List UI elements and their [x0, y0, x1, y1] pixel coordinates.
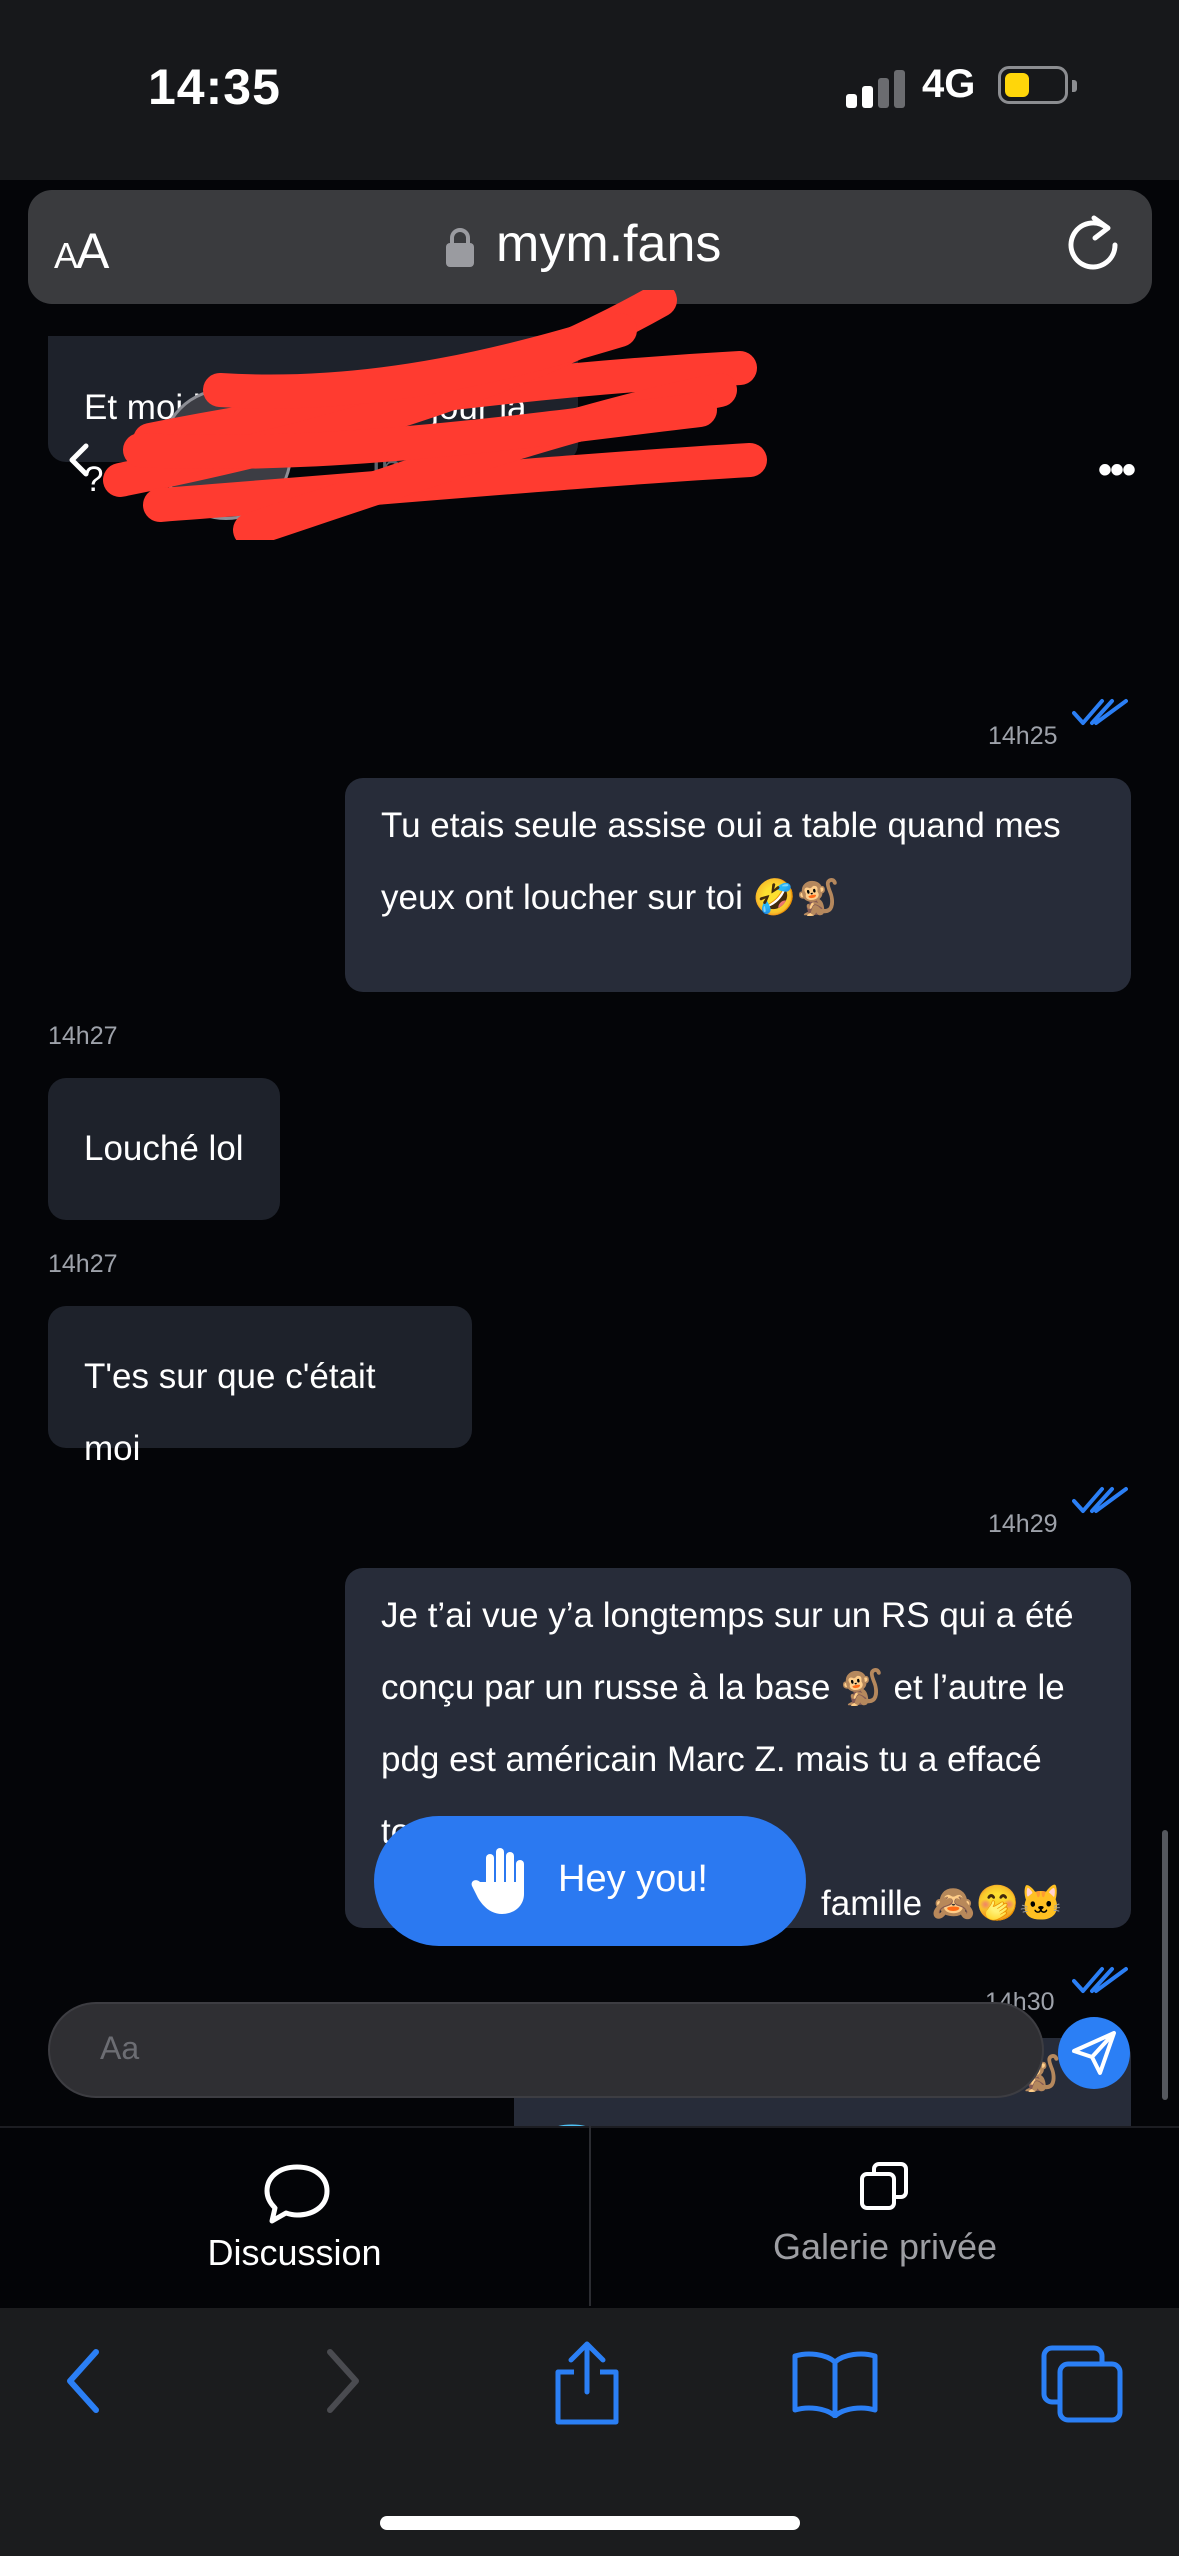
message-time: 14h29 [988, 1510, 1058, 1538]
status-time: 14:35 [148, 59, 281, 115]
message-line: conçu par un russe à la base 🐒 et l’autr… [381, 1668, 1065, 1707]
message-incoming: T'es sur que c'était moi [48, 1306, 472, 1468]
redaction-scribble [103, 290, 767, 540]
read-receipt-icon [1072, 1967, 1128, 1993]
hey-you-label: Hey you! [558, 1858, 708, 1900]
message-line: yeux ont loucher sur toi 🤣🐒 [381, 878, 840, 917]
message-outgoing: Tu etais seule assise oui a table quand … [345, 778, 1131, 992]
tab-private-gallery[interactable]: Galerie privée [591, 2226, 1179, 2268]
cellular-signal-icon [846, 68, 906, 108]
message-input-placeholder: Aa [100, 2030, 140, 2066]
waving-hand-icon [471, 1848, 524, 1914]
battery-tip [1072, 80, 1077, 92]
message-time: 14h27 [48, 1250, 118, 1278]
more-options-icon[interactable]: ••• [1098, 448, 1136, 493]
share-icon[interactable] [550, 2338, 624, 2428]
battery-icon [998, 66, 1068, 104]
read-receipt-icon [1072, 1487, 1128, 1513]
read-receipt-icon [1072, 699, 1128, 725]
bookmarks-icon[interactable] [790, 2348, 880, 2418]
back-chevron-icon[interactable] [62, 438, 98, 482]
scrollbar[interactable] [1162, 1830, 1168, 2100]
message-text: Louché lol [84, 1129, 244, 1168]
message-input[interactable] [48, 2002, 1044, 2098]
message-line: Je t’ai vue y’a longtemps sur un RS qui … [381, 1596, 1074, 1635]
message-text: T'es sur que c'était moi [84, 1357, 376, 1468]
tab-divider [589, 2126, 591, 2306]
message-line: Tu etais seule assise oui a table quand … [381, 806, 1061, 845]
network-type: 4G [922, 62, 976, 106]
back-arrow-icon[interactable] [60, 2346, 110, 2416]
forward-arrow-icon[interactable] [316, 2346, 366, 2416]
send-button[interactable] [1058, 2017, 1130, 2089]
url-domain[interactable]: mym.fans [496, 214, 721, 274]
message-time: 14h27 [48, 1022, 118, 1050]
text-size-button[interactable]: AA [54, 222, 109, 280]
lock-icon [446, 228, 474, 267]
copy-gallery-icon[interactable] [858, 2160, 910, 2212]
tab-discussion[interactable]: Discussion [0, 2232, 589, 2274]
reload-icon[interactable] [1062, 214, 1124, 276]
paper-plane-icon [1072, 2031, 1116, 2075]
message-incoming: Louché lol [48, 1078, 280, 1220]
home-indicator[interactable] [380, 2516, 800, 2530]
chat-bubble-icon[interactable] [262, 2162, 332, 2226]
message-time: 14h25 [988, 722, 1058, 750]
tabs-icon[interactable] [1040, 2344, 1124, 2424]
